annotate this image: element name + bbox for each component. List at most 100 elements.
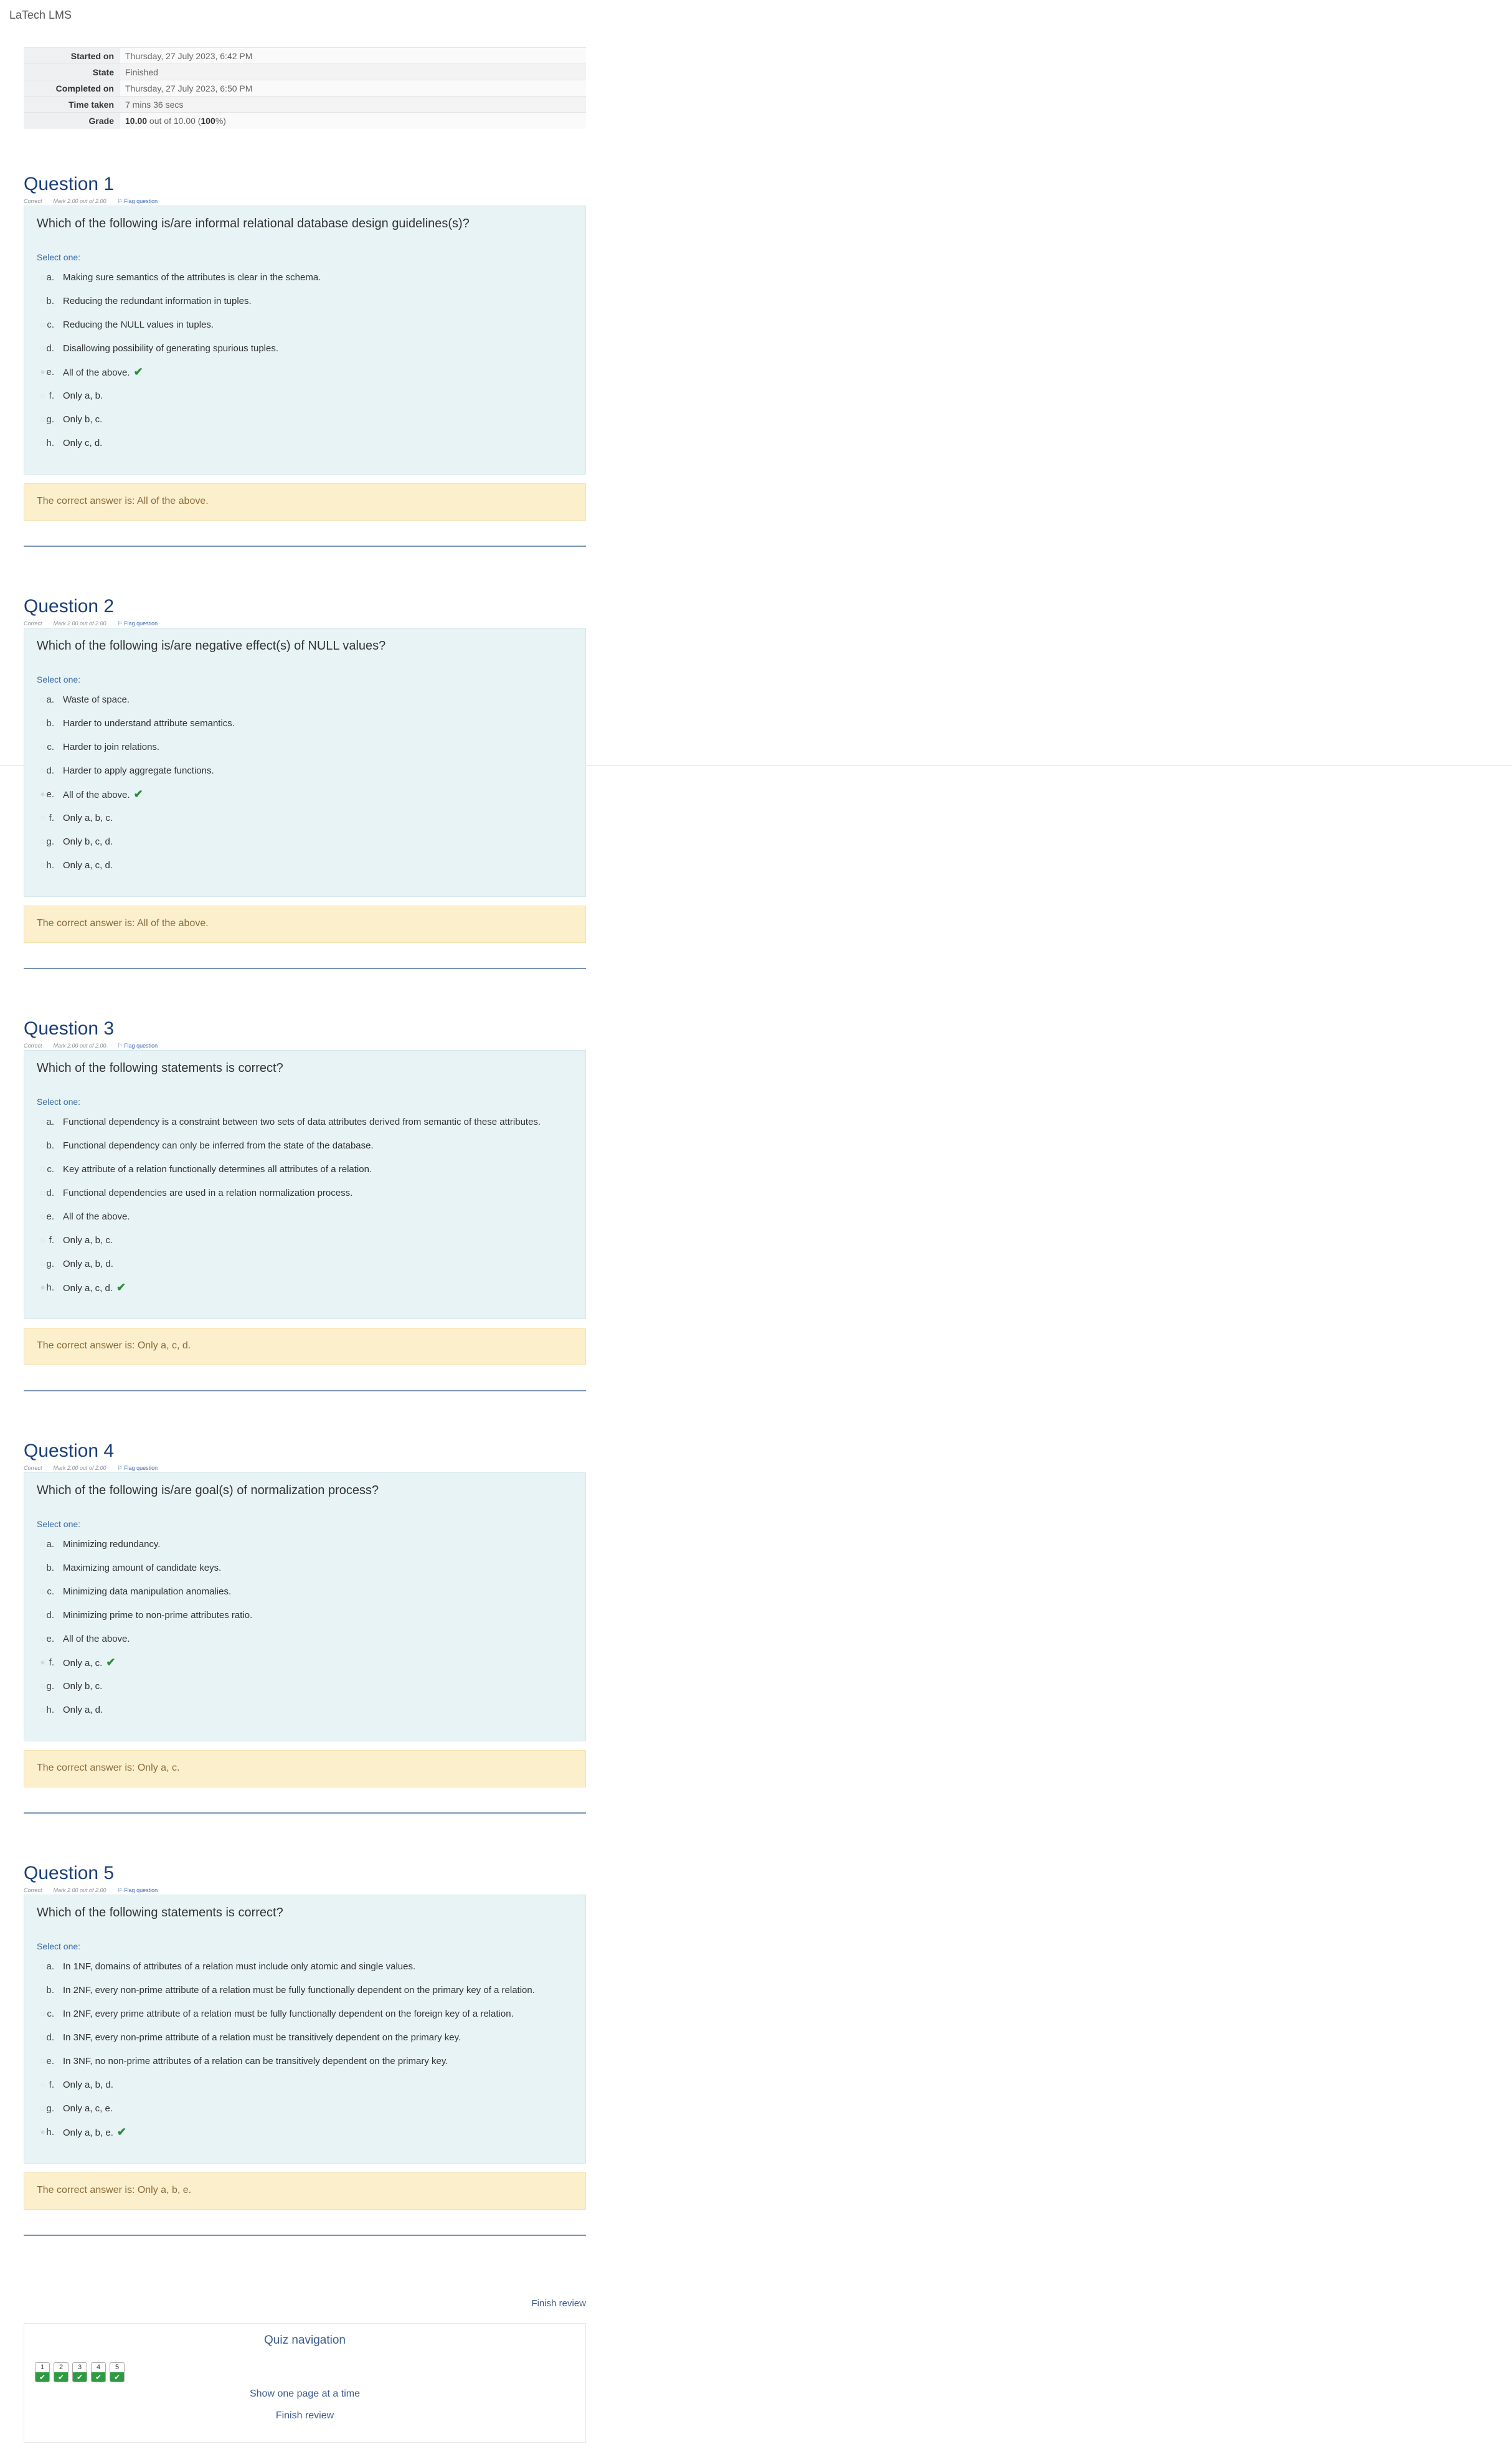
answer-radio[interactable]: [40, 1542, 45, 1546]
answer-radio[interactable]: [40, 1988, 45, 1992]
answer-option[interactable]: b. In 2NF, every non-prime attribute of a…: [37, 1982, 573, 2006]
answer-option[interactable]: b. Harder to understand attribute semanti…: [37, 716, 573, 739]
flag-question-link[interactable]: ⚐ Flag question: [118, 1886, 158, 1895]
flag-question-label[interactable]: Flag question: [124, 620, 158, 627]
answer-option[interactable]: c. In 2NF, every prime attribute of a rel…: [37, 2006, 573, 2030]
answer-option[interactable]: a. Functional dependency is a constraint …: [37, 1114, 573, 1138]
answer-radio[interactable]: [40, 792, 45, 797]
answer-radio[interactable]: [40, 2059, 45, 2063]
answer-option[interactable]: h. Only c, d.: [37, 435, 573, 459]
quiz-nav-button-1[interactable]: 1 ✔: [35, 2362, 50, 2382]
answer-radio[interactable]: [40, 1214, 45, 1219]
answer-radio[interactable]: [40, 417, 45, 422]
answer-option[interactable]: b. Maximizing amount of candidate keys.: [37, 1560, 573, 1584]
answer-option[interactable]: c. Minimizing data manipulation anomalies…: [37, 1584, 573, 1607]
flag-question-label[interactable]: Flag question: [124, 1043, 158, 1049]
answer-option[interactable]: c. Harder to join relations.: [37, 739, 573, 763]
answer-option[interactable]: a. Waste of space.: [37, 692, 573, 716]
answer-option[interactable]: d. Harder to apply aggregate functions.: [37, 763, 573, 787]
answer-radio[interactable]: [40, 1191, 45, 1195]
answer-option[interactable]: g. Only a, b, d.: [37, 1256, 573, 1280]
answer-radio[interactable]: [40, 1613, 45, 1617]
answer-radio[interactable]: [40, 1120, 45, 1124]
flag-question-link[interactable]: ⚐ Flag question: [118, 197, 158, 206]
answer-radio[interactable]: [40, 1660, 45, 1665]
quiz-nav-button-4[interactable]: 4 ✔: [91, 2362, 106, 2382]
answer-radio[interactable]: [40, 816, 45, 820]
answer-option[interactable]: g. Only b, c.: [37, 412, 573, 435]
answer-option[interactable]: f. Only a, b, c.: [37, 1233, 573, 1256]
answer-option[interactable]: a. Making sure semantics of the attribute…: [37, 270, 573, 293]
answer-radio[interactable]: [40, 1589, 45, 1594]
answer-option[interactable]: e. All of the above.: [37, 1631, 573, 1655]
answer-option[interactable]: e. All of the above.: [37, 1209, 573, 1233]
answer-option[interactable]: b. Functional dependency can only be infe…: [37, 1138, 573, 1162]
answer-radio[interactable]: [40, 1143, 45, 1148]
answer-radio[interactable]: [40, 1964, 45, 1969]
flag-question-label[interactable]: Flag question: [124, 1465, 158, 1471]
option-text: In 3NF, every non-prime attribute of a r…: [63, 2032, 461, 2043]
flag-question-label[interactable]: Flag question: [124, 198, 158, 204]
flag-question-link[interactable]: ⚐ Flag question: [118, 619, 158, 628]
answer-option[interactable]: f. Only a, b, c.: [37, 810, 573, 834]
answer-radio[interactable]: [40, 394, 45, 398]
flag-question-link[interactable]: ⚐ Flag question: [118, 1041, 158, 1050]
answer-option[interactable]: e. In 3NF, no non-prime attributes of a r…: [37, 2053, 573, 2077]
answer-radio[interactable]: [40, 370, 45, 374]
answer-radio[interactable]: [40, 346, 45, 351]
answer-radio[interactable]: [40, 2012, 45, 2016]
answer-radio[interactable]: [40, 299, 45, 303]
answer-radio[interactable]: [40, 1708, 45, 1712]
finish-review-nav-link[interactable]: Finish review: [24, 2410, 585, 2421]
answer-option[interactable]: h. Only a, c, d.: [37, 858, 573, 881]
answer-option[interactable]: g. Only a, c, e.: [37, 2101, 573, 2124]
answer-option[interactable]: a. Minimizing redundancy.: [37, 1536, 573, 1560]
answer-radio[interactable]: [40, 275, 45, 280]
answer-option[interactable]: e. All of the above. ✔: [37, 787, 573, 810]
answer-radio[interactable]: [40, 1637, 45, 1641]
answer-option[interactable]: b. Reducing the redundant information in …: [37, 293, 573, 317]
answer-option[interactable]: a. In 1NF, domains of attributes of a rel…: [37, 1959, 573, 1982]
answer-option[interactable]: d. In 3NF, every non-prime attribute of a…: [37, 2030, 573, 2053]
answer-option[interactable]: d. Functional dependencies are used in a …: [37, 1185, 573, 1209]
quiz-nav-button-5[interactable]: 5 ✔: [110, 2362, 125, 2382]
answer-option[interactable]: e. All of the above. ✔: [37, 364, 573, 388]
answer-radio[interactable]: [40, 721, 45, 726]
answer-option[interactable]: d. Minimizing prime to non-prime attribut…: [37, 1607, 573, 1631]
answer-radio[interactable]: [40, 863, 45, 868]
flag-question-link[interactable]: ⚐ Flag question: [118, 1464, 158, 1472]
answer-option[interactable]: c. Key attribute of a relation functional…: [37, 1162, 573, 1185]
answer-option[interactable]: h. Only a, b, e. ✔: [37, 2124, 573, 2148]
quiz-nav-button-2[interactable]: 2 ✔: [54, 2362, 69, 2382]
answer-radio[interactable]: [40, 745, 45, 749]
answer-option[interactable]: f. Only a, c. ✔: [37, 1655, 573, 1678]
show-one-page-link[interactable]: Show one page at a time: [24, 2388, 585, 2400]
answer-option[interactable]: g. Only b, c.: [37, 1678, 573, 1702]
answer-radio[interactable]: [40, 323, 45, 327]
answer-option[interactable]: h. Only a, d.: [37, 1702, 573, 1726]
answer-option[interactable]: g. Only b, c, d.: [37, 834, 573, 858]
answer-radio[interactable]: [40, 698, 45, 702]
answer-option[interactable]: c. Reducing the NULL values in tuples.: [37, 317, 573, 341]
answer-radio[interactable]: [40, 2083, 45, 2087]
answer-radio[interactable]: [40, 441, 45, 445]
answer-option[interactable]: f. Only a, b.: [37, 388, 573, 412]
answer-option[interactable]: f. Only a, b, d.: [37, 2077, 573, 2101]
answer-radio[interactable]: [40, 1167, 45, 1172]
answer-radio[interactable]: [40, 2106, 45, 2111]
answer-option[interactable]: d. Disallowing possibility of generating …: [37, 341, 573, 364]
answer-radio[interactable]: [40, 1238, 45, 1243]
answer-radio[interactable]: [40, 1262, 45, 1266]
answer-radio[interactable]: [40, 1684, 45, 1688]
answer-radio[interactable]: [40, 2130, 45, 2134]
answer-option[interactable]: h. Only a, c, d. ✔: [37, 1280, 573, 1304]
answer-radio[interactable]: [40, 1285, 45, 1290]
answer-radio[interactable]: [40, 840, 45, 844]
flag-question-label[interactable]: Flag question: [124, 1887, 158, 1893]
answer-radio[interactable]: [40, 1566, 45, 1570]
site-name[interactable]: LaTech LMS: [9, 9, 72, 22]
finish-review-link[interactable]: Finish review: [531, 2298, 586, 2309]
answer-radio[interactable]: [40, 769, 45, 773]
quiz-nav-button-3[interactable]: 3 ✔: [72, 2362, 87, 2382]
answer-radio[interactable]: [40, 2035, 45, 2040]
